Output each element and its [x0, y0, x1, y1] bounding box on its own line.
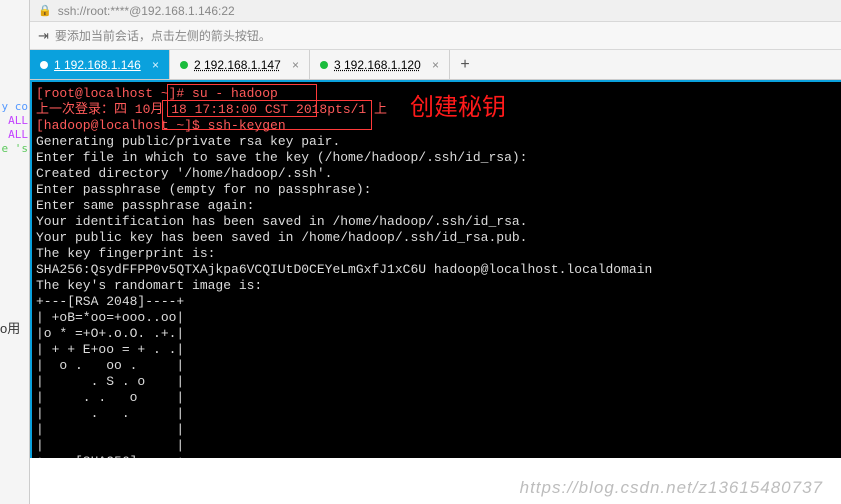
arrow-icon: ⇥ [38, 28, 49, 44]
close-icon[interactable]: × [292, 58, 299, 72]
address-bar: 🔒 ssh://root:****@192.168.1.146:22 [30, 0, 841, 22]
main-panel: 🔒 ssh://root:****@192.168.1.146:22 ⇥ 要添加… [30, 0, 841, 504]
partial-code-fragment: y co ALL ALL e 's [0, 100, 30, 156]
tab-label: 2 192.168.1.147 [194, 58, 281, 72]
tab-label: 3 192.168.1.120 [334, 58, 421, 72]
tab-3[interactable]: 3 192.168.1.120 × [310, 50, 450, 79]
lock-icon: 🔒 [38, 4, 52, 17]
tab-strip: 1 192.168.1.146 × 2 192.168.1.147 × 3 19… [30, 50, 841, 80]
close-icon[interactable]: × [432, 58, 439, 72]
close-icon[interactable]: × [152, 58, 159, 72]
status-dot-icon [40, 61, 48, 69]
session-hint-bar: ⇥ 要添加当前会话，点击左侧的箭头按钮。 [30, 22, 841, 50]
session-hint-text: 要添加当前会话，点击左侧的箭头按钮。 [55, 27, 271, 44]
address-url: ssh://root:****@192.168.1.146:22 [58, 4, 235, 18]
editor-left-gutter: y co ALL ALL e 's o用 [0, 0, 30, 504]
tab-label: 1 192.168.1.146 [54, 58, 141, 72]
partial-cn-fragment: o用 [0, 318, 20, 337]
status-dot-icon [180, 61, 188, 69]
terminal[interactable]: [root@localhost ~]# su - hadoop上一次登录：四 1… [30, 80, 841, 458]
annotation-label: 创建秘钥 [410, 100, 506, 116]
status-dot-icon [320, 61, 328, 69]
watermark: https://blog.csdn.net/z13615480737 [520, 478, 823, 498]
tab-2[interactable]: 2 192.168.1.147 × [170, 50, 310, 79]
add-tab-button[interactable]: + [450, 50, 480, 79]
tab-1[interactable]: 1 192.168.1.146 × [30, 50, 170, 79]
annotation-box-2 [162, 100, 372, 130]
